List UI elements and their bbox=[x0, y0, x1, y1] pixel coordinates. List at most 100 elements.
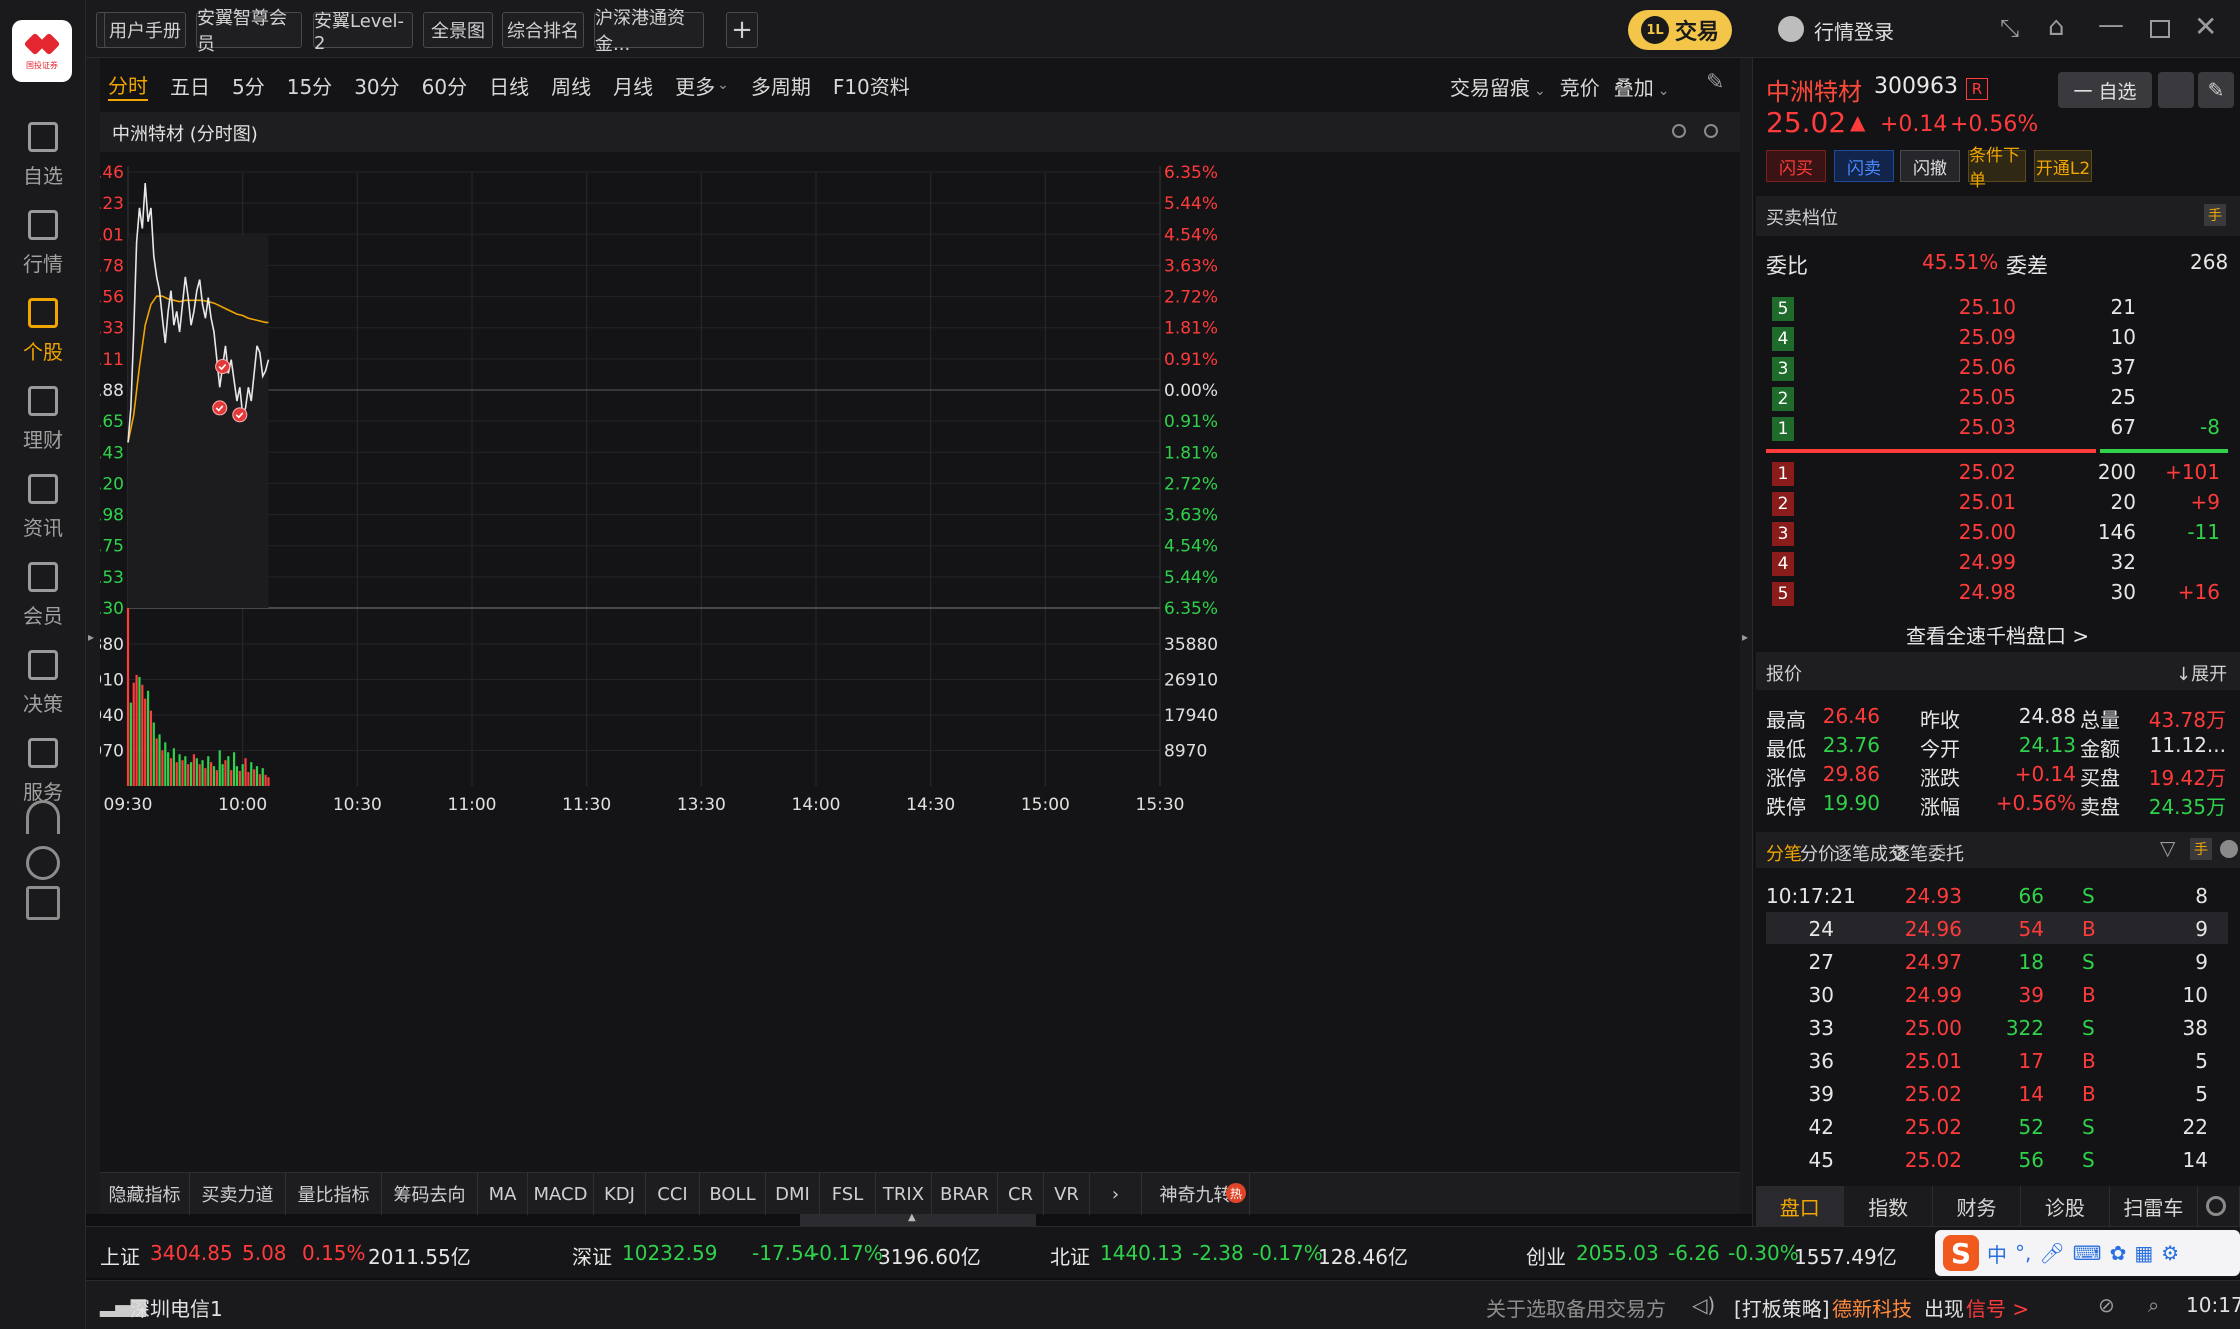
draw-pen-icon[interactable]: ✎ bbox=[1706, 70, 1724, 95]
chart-scrollbar[interactable] bbox=[800, 1214, 1036, 1226]
indicator-tab-11[interactable]: TRIX bbox=[876, 1173, 932, 1215]
sidebar-item-2[interactable]: 个股 bbox=[0, 296, 86, 396]
period-tab-1[interactable]: 五日 bbox=[170, 71, 210, 100]
period-right-tool-1[interactable]: 竞价 bbox=[1560, 76, 1600, 100]
keyboard-icon[interactable]: ⌨ bbox=[2073, 1241, 2102, 1265]
expand-left-icon[interactable]: ▸ bbox=[88, 630, 94, 644]
zoom-in-icon[interactable] bbox=[1672, 124, 1686, 138]
index-name[interactable]: 上证 bbox=[100, 1241, 140, 1270]
search-icon[interactable]: ⌕ bbox=[2148, 1293, 2159, 1317]
sidebar-item-6[interactable]: 决策 bbox=[0, 648, 86, 748]
skin-icon[interactable]: ✿ bbox=[2110, 1241, 2127, 1265]
top-tab-4[interactable]: 综合排名 bbox=[502, 12, 584, 48]
chevron-down-icon[interactable]: ⌄ bbox=[1534, 83, 1546, 99]
action-button-1[interactable]: 闪卖 bbox=[1834, 150, 1894, 182]
indicator-tab-15[interactable]: › bbox=[1090, 1173, 1142, 1215]
index-name[interactable]: 北证 bbox=[1050, 1241, 1090, 1270]
close-icon[interactable]: ✕ bbox=[2194, 10, 2217, 43]
right-tab-4[interactable]: 扫雷车 bbox=[2110, 1186, 2199, 1226]
speed-icon[interactable]: ⊘ bbox=[2098, 1293, 2115, 1317]
bell-icon[interactable] bbox=[2158, 72, 2194, 108]
shrink-icon[interactable]: ⤡ bbox=[2000, 14, 2019, 42]
more-options-icon[interactable] bbox=[2220, 840, 2238, 858]
user-avatar-icon[interactable] bbox=[1778, 16, 1804, 42]
indicator-tab-3[interactable]: 筹码去向 bbox=[382, 1173, 478, 1215]
period-tab-0[interactable]: 分时 bbox=[108, 70, 148, 101]
sidebar-item-1[interactable]: 行情 bbox=[0, 208, 86, 308]
period-tab-4[interactable]: 30分 bbox=[354, 71, 399, 100]
add-watchlist-button[interactable]: 一 自选 bbox=[2058, 72, 2152, 108]
intraday-chart[interactable]: 26.46 26.23 26.01 25.78 25.56 25.33 25.11 24.88… bbox=[100, 152, 1740, 1172]
chevron-down-icon[interactable]: ⌄ bbox=[717, 77, 729, 93]
indicator-tab-7[interactable]: CCI bbox=[646, 1173, 700, 1215]
right-tab-3[interactable]: 诊股 bbox=[2021, 1186, 2110, 1226]
expand-right-icon[interactable]: ▸ bbox=[1742, 630, 1748, 644]
ime-settings-icon[interactable]: ⚙ bbox=[2161, 1241, 2179, 1265]
trade-button[interactable]: 1L 交易 bbox=[1628, 10, 1732, 50]
indicator-tab-10[interactable]: FSL bbox=[820, 1173, 876, 1215]
edit-pencil-icon[interactable]: ✎ bbox=[2198, 72, 2234, 108]
app-logo[interactable]: 国投证券 bbox=[12, 20, 72, 82]
tick-tab-3[interactable]: 逐笔委托 bbox=[1892, 840, 1964, 866]
maximize-icon[interactable] bbox=[2150, 20, 2170, 38]
indicator-tab-5[interactable]: MACD bbox=[528, 1173, 594, 1215]
indicator-tab-12[interactable]: BRAR bbox=[932, 1173, 998, 1215]
period-right-tool-0[interactable]: 交易留痕 bbox=[1450, 76, 1530, 100]
sidebar-item-0[interactable]: 自选 bbox=[0, 120, 86, 220]
headset-icon[interactable] bbox=[26, 800, 60, 834]
shirt-icon[interactable]: ⌂ bbox=[2048, 12, 2065, 42]
top-tab-5[interactable]: 沪深港通资金... bbox=[594, 8, 704, 55]
apps-icon[interactable]: ▦ bbox=[2134, 1241, 2153, 1265]
market-login-link[interactable]: 行情登录 bbox=[1814, 16, 1894, 45]
period-tab-10[interactable]: 多周期 bbox=[751, 71, 811, 100]
chevron-down-icon[interactable]: ⌄ bbox=[1658, 83, 1670, 99]
tick-tab-1[interactable]: 分价 bbox=[1800, 840, 1836, 866]
news-signal[interactable]: 信号 > bbox=[1966, 1293, 2029, 1322]
news-stock[interactable]: 德新科技 bbox=[1832, 1293, 1912, 1322]
edit-icon[interactable] bbox=[26, 886, 60, 920]
right-tab-1[interactable]: 指数 bbox=[1844, 1186, 1933, 1226]
indicator-tab-8[interactable]: BOLL bbox=[700, 1173, 766, 1215]
panel-settings-icon[interactable] bbox=[2206, 1196, 2226, 1216]
period-tab-3[interactable]: 15分 bbox=[287, 71, 332, 100]
period-tab-6[interactable]: 日线 bbox=[489, 71, 529, 100]
tick-hand-toggle[interactable]: 手 bbox=[2190, 838, 2212, 860]
indicator-tab-14[interactable]: VR bbox=[1044, 1173, 1090, 1215]
period-right-tool-2[interactable]: 叠加 bbox=[1614, 76, 1654, 100]
action-button-2[interactable]: 闪撤 bbox=[1900, 150, 1960, 182]
period-tab-7[interactable]: 周线 bbox=[551, 71, 591, 100]
news-prefix[interactable]: [打板策略] bbox=[1734, 1293, 1830, 1322]
mic-icon[interactable]: 🎤︎ bbox=[2039, 1241, 2064, 1265]
minimize-icon[interactable]: — bbox=[2098, 10, 2124, 40]
notice-text[interactable]: 关于选取备用交易方 bbox=[1486, 1293, 1666, 1322]
indicator-tab-2[interactable]: 量比指标 bbox=[286, 1173, 382, 1215]
tick-tab-0[interactable]: 分笔 bbox=[1766, 840, 1802, 866]
speaker-icon[interactable]: ◁) bbox=[1692, 1293, 1715, 1317]
filter-icon[interactable]: ▽ bbox=[2160, 836, 2175, 860]
action-button-4[interactable]: 开通L2 bbox=[2034, 150, 2092, 182]
sidebar-item-3[interactable]: 理财 bbox=[0, 384, 86, 484]
index-name[interactable]: 创业 bbox=[1526, 1241, 1566, 1270]
indicator-tab-9[interactable]: DMI bbox=[766, 1173, 820, 1215]
indicator-tab-4[interactable]: MA bbox=[478, 1173, 528, 1215]
right-tab-0[interactable]: 盘口 bbox=[1756, 1186, 1845, 1226]
add-tab-icon[interactable]: + bbox=[726, 12, 758, 48]
action-button-3[interactable]: 条件下单 bbox=[1968, 146, 2026, 191]
ime-toolbar[interactable]: S 中 °, 🎤︎ ⌨ ✿ ▦ ⚙ bbox=[1935, 1230, 2240, 1276]
top-tab-1[interactable]: 安翼智尊会员 bbox=[196, 8, 302, 55]
scroll-up-icon[interactable]: ▲ bbox=[908, 1212, 916, 1223]
top-tab-0[interactable]: 用户手册 bbox=[104, 12, 186, 48]
period-tab-5[interactable]: 60分 bbox=[422, 71, 467, 100]
action-button-0[interactable]: 闪买 bbox=[1766, 150, 1826, 182]
right-tab-2[interactable]: 财务 bbox=[1933, 1186, 2022, 1226]
settings-icon[interactable] bbox=[26, 846, 60, 880]
sidebar-item-5[interactable]: 会员 bbox=[0, 560, 86, 660]
quote-expand-toggle[interactable]: ↓展开 bbox=[2176, 660, 2227, 686]
indicator-tab-0[interactable]: 隐藏指标 bbox=[100, 1173, 190, 1215]
indicator-tab-1[interactable]: 买卖力道 bbox=[190, 1173, 286, 1215]
hand-unit-toggle[interactable]: 手 bbox=[2204, 204, 2226, 226]
top-tab-3[interactable]: 全景图 bbox=[423, 12, 493, 48]
period-tab-2[interactable]: 5分 bbox=[232, 71, 265, 100]
full-depth-link[interactable]: 查看全速千档盘口 > bbox=[1906, 620, 2089, 649]
indicator-tab-13[interactable]: CR bbox=[998, 1173, 1044, 1215]
